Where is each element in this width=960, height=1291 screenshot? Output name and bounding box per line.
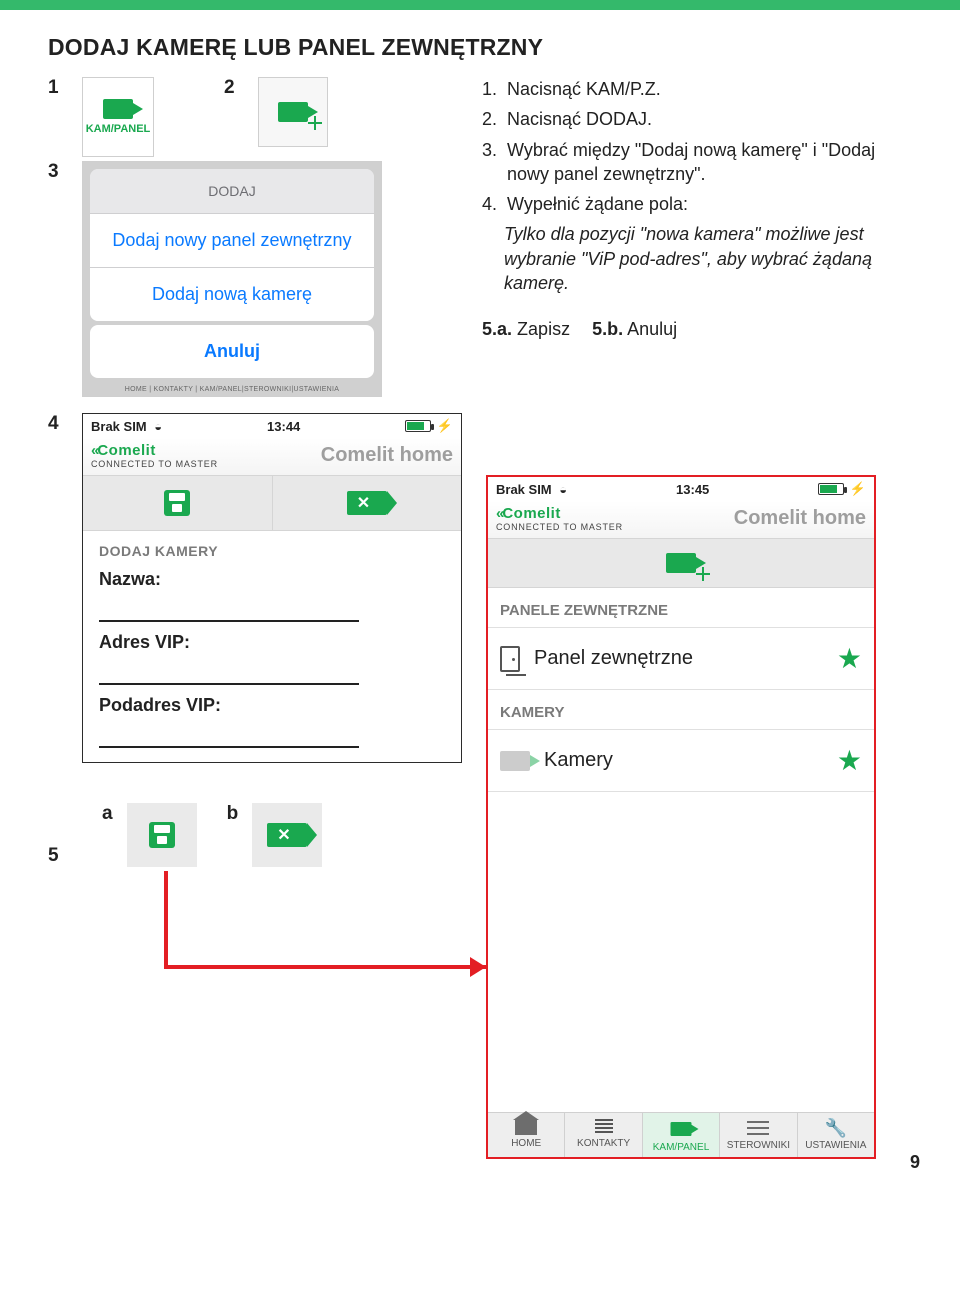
camera-icon (500, 751, 530, 771)
sliders-icon (747, 1119, 769, 1137)
red-arrow (48, 867, 518, 1037)
tab-kontakty[interactable]: KONTAKTY (565, 1113, 642, 1157)
input-nazwa[interactable] (99, 596, 359, 622)
door-panel-icon (500, 646, 520, 672)
instr-2-lead: 2. (482, 107, 497, 131)
add-camera-toolbar-button[interactable] (666, 553, 696, 573)
status-time-2: 13:45 (676, 482, 709, 497)
cancel-button-top[interactable]: ✕ (273, 476, 462, 530)
step-number-5: 5 (48, 845, 72, 867)
phone-screen-add-camera-form: Brak SIM ◒ 13:44 ⚡ «Comelit CONNECTED TO… (82, 413, 462, 763)
label-podadres-vip: Podadres VIP: (99, 695, 445, 716)
phone-screen-panels-cameras: Brak SIM ◒ 13:45 ⚡ «Comelit CONNECTED TO… (486, 475, 876, 1159)
list-item-camera-label: Kamery (544, 749, 613, 772)
kam-panel-label: KAM/PANEL (86, 123, 151, 135)
cancel-icon: ✕ (347, 491, 387, 515)
cancel-icon: ✕ (267, 823, 307, 847)
instr-4-sub: Tylko dla pozycji "nowa kamera" możliwe … (504, 222, 920, 295)
kam-panel-tile[interactable]: KAM/PANEL (82, 77, 154, 157)
status-carrier-2: Brak SIM (496, 482, 552, 497)
battery-icon (405, 420, 431, 432)
instr-3-text: Wybrać między "Dodaj nową kamerę" i "Dod… (507, 138, 920, 187)
camera-icon (671, 1122, 692, 1136)
page-heading: DODAJ KAMERĘ LUB PANEL ZEWNĘTRZNY (48, 34, 920, 61)
wifi-icon: ◒ (559, 482, 567, 497)
tab-ustawienia[interactable]: 🔧USTAWIENIA (798, 1113, 874, 1157)
action-sheet-option-add-panel[interactable]: Dodaj nowy panel zewnętrzny (90, 214, 374, 268)
brand-sub: CONNECTED TO MASTER (91, 459, 218, 469)
brand-logo: «Comelit (496, 505, 623, 522)
instr-3-lead: 3. (482, 138, 497, 187)
brand-logo: «Comelit (91, 442, 218, 459)
status-time-1: 13:44 (267, 419, 300, 434)
tab-home[interactable]: HOME (488, 1113, 565, 1157)
cancel-button[interactable]: ✕ (252, 803, 322, 867)
wifi-icon: ◒ (154, 419, 162, 434)
instr-2-text: Nacisnąć DODAJ. (507, 107, 652, 131)
page-number: 9 (910, 1152, 920, 1173)
action-sheet-option-add-camera[interactable]: Dodaj nową kamerę (90, 268, 374, 321)
step-number-2: 2 (224, 77, 248, 99)
star-icon[interactable]: ★ (837, 642, 862, 675)
group-header-cameras: KAMERY (488, 690, 874, 730)
camera-icon (103, 99, 133, 119)
brand-sub: CONNECTED TO MASTER (496, 522, 623, 532)
tab-sterowniki[interactable]: STEROWNIKI (720, 1113, 797, 1157)
home-icon (515, 1119, 537, 1135)
instr-5b-text: Anuluj (627, 319, 677, 339)
instr-5a-lead: 5.a. (482, 319, 512, 339)
action-sheet-cancel[interactable]: Anuluj (90, 325, 374, 378)
app-title: Comelit home (734, 507, 866, 530)
settings-icon: 🔧 (825, 1119, 847, 1137)
instr-4-text: Wypełnić żądane pola: (507, 192, 688, 216)
contacts-icon (595, 1119, 613, 1135)
label-adres-vip: Adres VIP: (99, 632, 445, 653)
save-button-top[interactable] (83, 476, 273, 530)
action-sheet-tiny-tabbar: HOME | KONTAKTY | KAM/PANEL|STEROWNIKI|U… (84, 384, 380, 395)
group-header-panels: PANELE ZEWNĘTRZNE (488, 588, 874, 628)
instr-4-lead: 4. (482, 192, 497, 216)
step-5b-label: b (227, 803, 239, 825)
step-number-4: 4 (48, 413, 72, 435)
action-sheet: DODAJ Dodaj nowy panel zewnętrzny Dodaj … (82, 161, 382, 397)
input-adres-vip[interactable] (99, 659, 359, 685)
label-nazwa: Nazwa: (99, 569, 445, 590)
list-item-camera[interactable]: Kamery ★ (488, 730, 874, 792)
battery-icon (818, 483, 844, 495)
add-camera-tile[interactable] (258, 77, 328, 147)
instr-5a-text: Zapisz (517, 319, 570, 339)
save-icon (149, 822, 175, 848)
status-carrier-1: Brak SIM (91, 419, 147, 434)
save-icon (164, 490, 190, 516)
camera-plus-icon (278, 102, 308, 122)
save-button[interactable] (127, 803, 197, 867)
list-item-panel-label: Panel zewnętrzne (534, 647, 693, 670)
step-5a-label: a (102, 803, 113, 825)
tab-kam-panel[interactable]: KAM/PANEL (643, 1113, 720, 1157)
action-sheet-header: DODAJ (90, 169, 374, 214)
input-podadres-vip[interactable] (99, 722, 359, 748)
instr-5b-lead: 5.b. (592, 319, 623, 339)
form-section-title: DODAJ KAMERY (99, 543, 445, 559)
step-number-3: 3 (48, 161, 72, 183)
app-title: Comelit home (321, 444, 453, 467)
list-item-panel[interactable]: Panel zewnętrzne ★ (488, 628, 874, 690)
star-icon[interactable]: ★ (837, 744, 862, 777)
step-number-1: 1 (48, 77, 72, 99)
instr-1-text: Nacisnąć KAM/P.Z. (507, 77, 661, 101)
instr-1-lead: 1. (482, 77, 497, 101)
